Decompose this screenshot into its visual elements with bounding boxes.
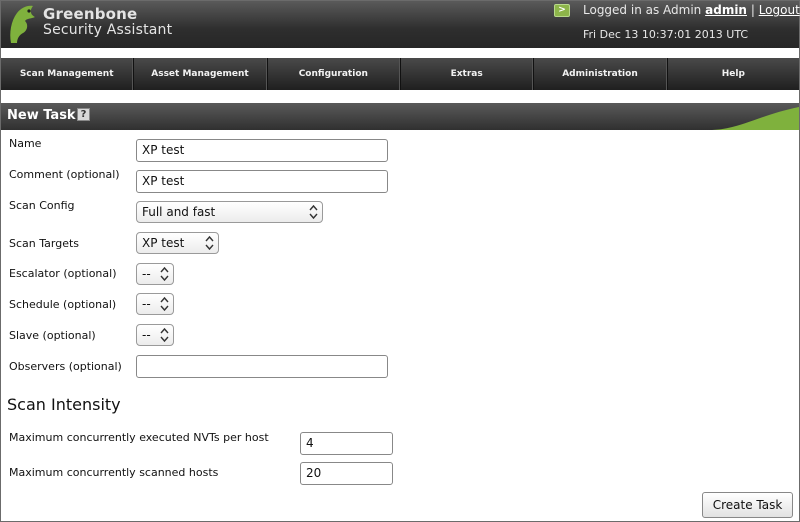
comment-label: Comment (optional): [9, 168, 120, 181]
escalator-select[interactable]: --: [136, 263, 174, 285]
observers-input[interactable]: [136, 355, 388, 378]
section-swoosh-decoration: [709, 107, 799, 130]
max-nvts-label: Maximum concurrently executed NVTs per h…: [9, 431, 269, 444]
select-arrows-icon: [205, 235, 214, 251]
logo-line1: Greenbone: [43, 5, 138, 23]
login-status: Logged in as Admin admin | Logout: [583, 3, 800, 17]
escalator-label: Escalator (optional): [9, 267, 117, 280]
name-input[interactable]: XP test: [136, 139, 388, 162]
nav-asset-management[interactable]: Asset Management: [133, 58, 267, 90]
nav-extras[interactable]: Extras: [399, 58, 534, 90]
scan-config-select[interactable]: Full and fast: [136, 201, 323, 223]
greenbone-logo-icon: [10, 5, 35, 43]
max-hosts-input[interactable]: 20: [300, 462, 393, 485]
main-nav: Scan Management Asset Management Configu…: [1, 58, 799, 90]
page-title: New Task: [7, 108, 76, 123]
scan-config-label: Scan Config: [9, 199, 75, 212]
nav-configuration[interactable]: Configuration: [266, 58, 400, 90]
select-arrows-icon: [160, 327, 169, 343]
scan-intensity-heading: Scan Intensity: [7, 395, 121, 414]
comment-input[interactable]: XP test: [136, 170, 388, 193]
scan-targets-value: XP test: [142, 236, 185, 250]
escalator-value: --: [142, 267, 151, 281]
user-icon: >: [554, 4, 570, 17]
max-nvts-input[interactable]: 4: [300, 432, 393, 455]
schedule-label: Schedule (optional): [9, 298, 117, 311]
select-arrows-icon: [160, 266, 169, 282]
username-link[interactable]: admin: [705, 3, 747, 17]
help-icon[interactable]: ?: [77, 108, 90, 121]
observers-label: Observers (optional): [9, 360, 122, 373]
app-header: Greenbone Security Assistant > Logged in…: [1, 1, 800, 48]
scan-config-value: Full and fast: [142, 205, 216, 219]
slave-label: Slave (optional): [9, 329, 96, 342]
nav-scan-management[interactable]: Scan Management: [1, 58, 134, 90]
header-spacer: [1, 48, 799, 58]
scan-targets-select[interactable]: XP test: [136, 232, 219, 254]
slave-value: --: [142, 328, 151, 342]
select-arrows-icon: [309, 204, 318, 220]
select-arrows-icon: [160, 296, 169, 312]
logo-line2: Security Assistant: [43, 22, 173, 38]
logout-link[interactable]: Logout: [759, 3, 800, 17]
slave-select[interactable]: --: [136, 324, 174, 346]
name-label: Name: [9, 137, 42, 150]
logo-text: Greenbone Security Assistant: [43, 6, 172, 38]
nav-help[interactable]: Help: [666, 58, 799, 90]
section-header-bar: [1, 103, 799, 130]
logged-in-text: Logged in as Admin: [583, 3, 702, 17]
schedule-select[interactable]: --: [136, 293, 174, 315]
schedule-value: --: [142, 297, 151, 311]
max-hosts-label: Maximum concurrently scanned hosts: [9, 466, 219, 479]
server-datetime: Fri Dec 13 10:37:01 2013 UTC: [583, 28, 749, 41]
separator: |: [750, 3, 755, 17]
scan-targets-label: Scan Targets: [9, 237, 80, 250]
nav-administration[interactable]: Administration: [533, 58, 667, 90]
create-task-button[interactable]: Create Task: [702, 492, 793, 518]
